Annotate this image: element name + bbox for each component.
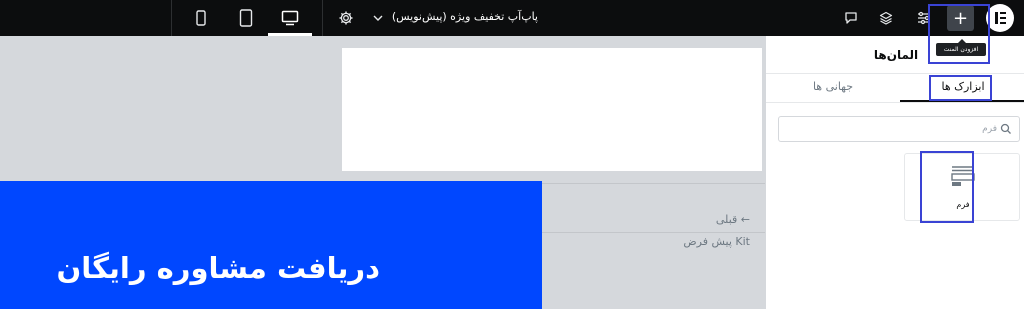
- divider: [766, 102, 1024, 103]
- default-kit-label[interactable]: Kit پیش فرض: [660, 235, 750, 248]
- highlight-widgets-tab: [929, 75, 992, 101]
- hero-heading: دریافت مشاوره رایگان: [56, 251, 380, 285]
- layers-icon[interactable]: [874, 6, 898, 30]
- popup-content-box[interactable]: [342, 48, 762, 171]
- previous-link[interactable]: ← قبلی: [700, 213, 750, 226]
- tablet-icon[interactable]: [234, 6, 258, 30]
- desktop-icon[interactable]: [278, 6, 302, 30]
- divider: [542, 183, 765, 184]
- widget-search-input[interactable]: [778, 116, 1020, 142]
- hero-section[interactable]: دریافت مشاوره رایگان: [0, 181, 542, 309]
- divider: [766, 73, 1024, 74]
- highlight-add-element: [928, 4, 990, 64]
- mobile-icon[interactable]: [189, 6, 213, 30]
- editor-topbar: پاپ‌آپ تخفیف ویژه (پیش‌نویس) +: [0, 0, 1024, 36]
- search-icon: [999, 121, 1013, 135]
- comment-icon[interactable]: [839, 6, 863, 30]
- topbar-separator: [322, 0, 323, 36]
- topbar-separator: [171, 0, 172, 36]
- tab-globals[interactable]: جهانی ها: [770, 80, 896, 93]
- highlight-form-widget: [920, 151, 974, 223]
- document-title[interactable]: پاپ‌آپ تخفیف ویژه (پیش‌نویس): [392, 10, 538, 26]
- divider: [542, 232, 765, 233]
- chevron-down-icon[interactable]: [366, 6, 390, 30]
- preview-canvas: ← قبلی Kit پیش فرض دریافت مشاوره رایگان: [0, 36, 765, 309]
- elementor-logo[interactable]: [986, 4, 1014, 32]
- gear-icon[interactable]: [334, 6, 358, 30]
